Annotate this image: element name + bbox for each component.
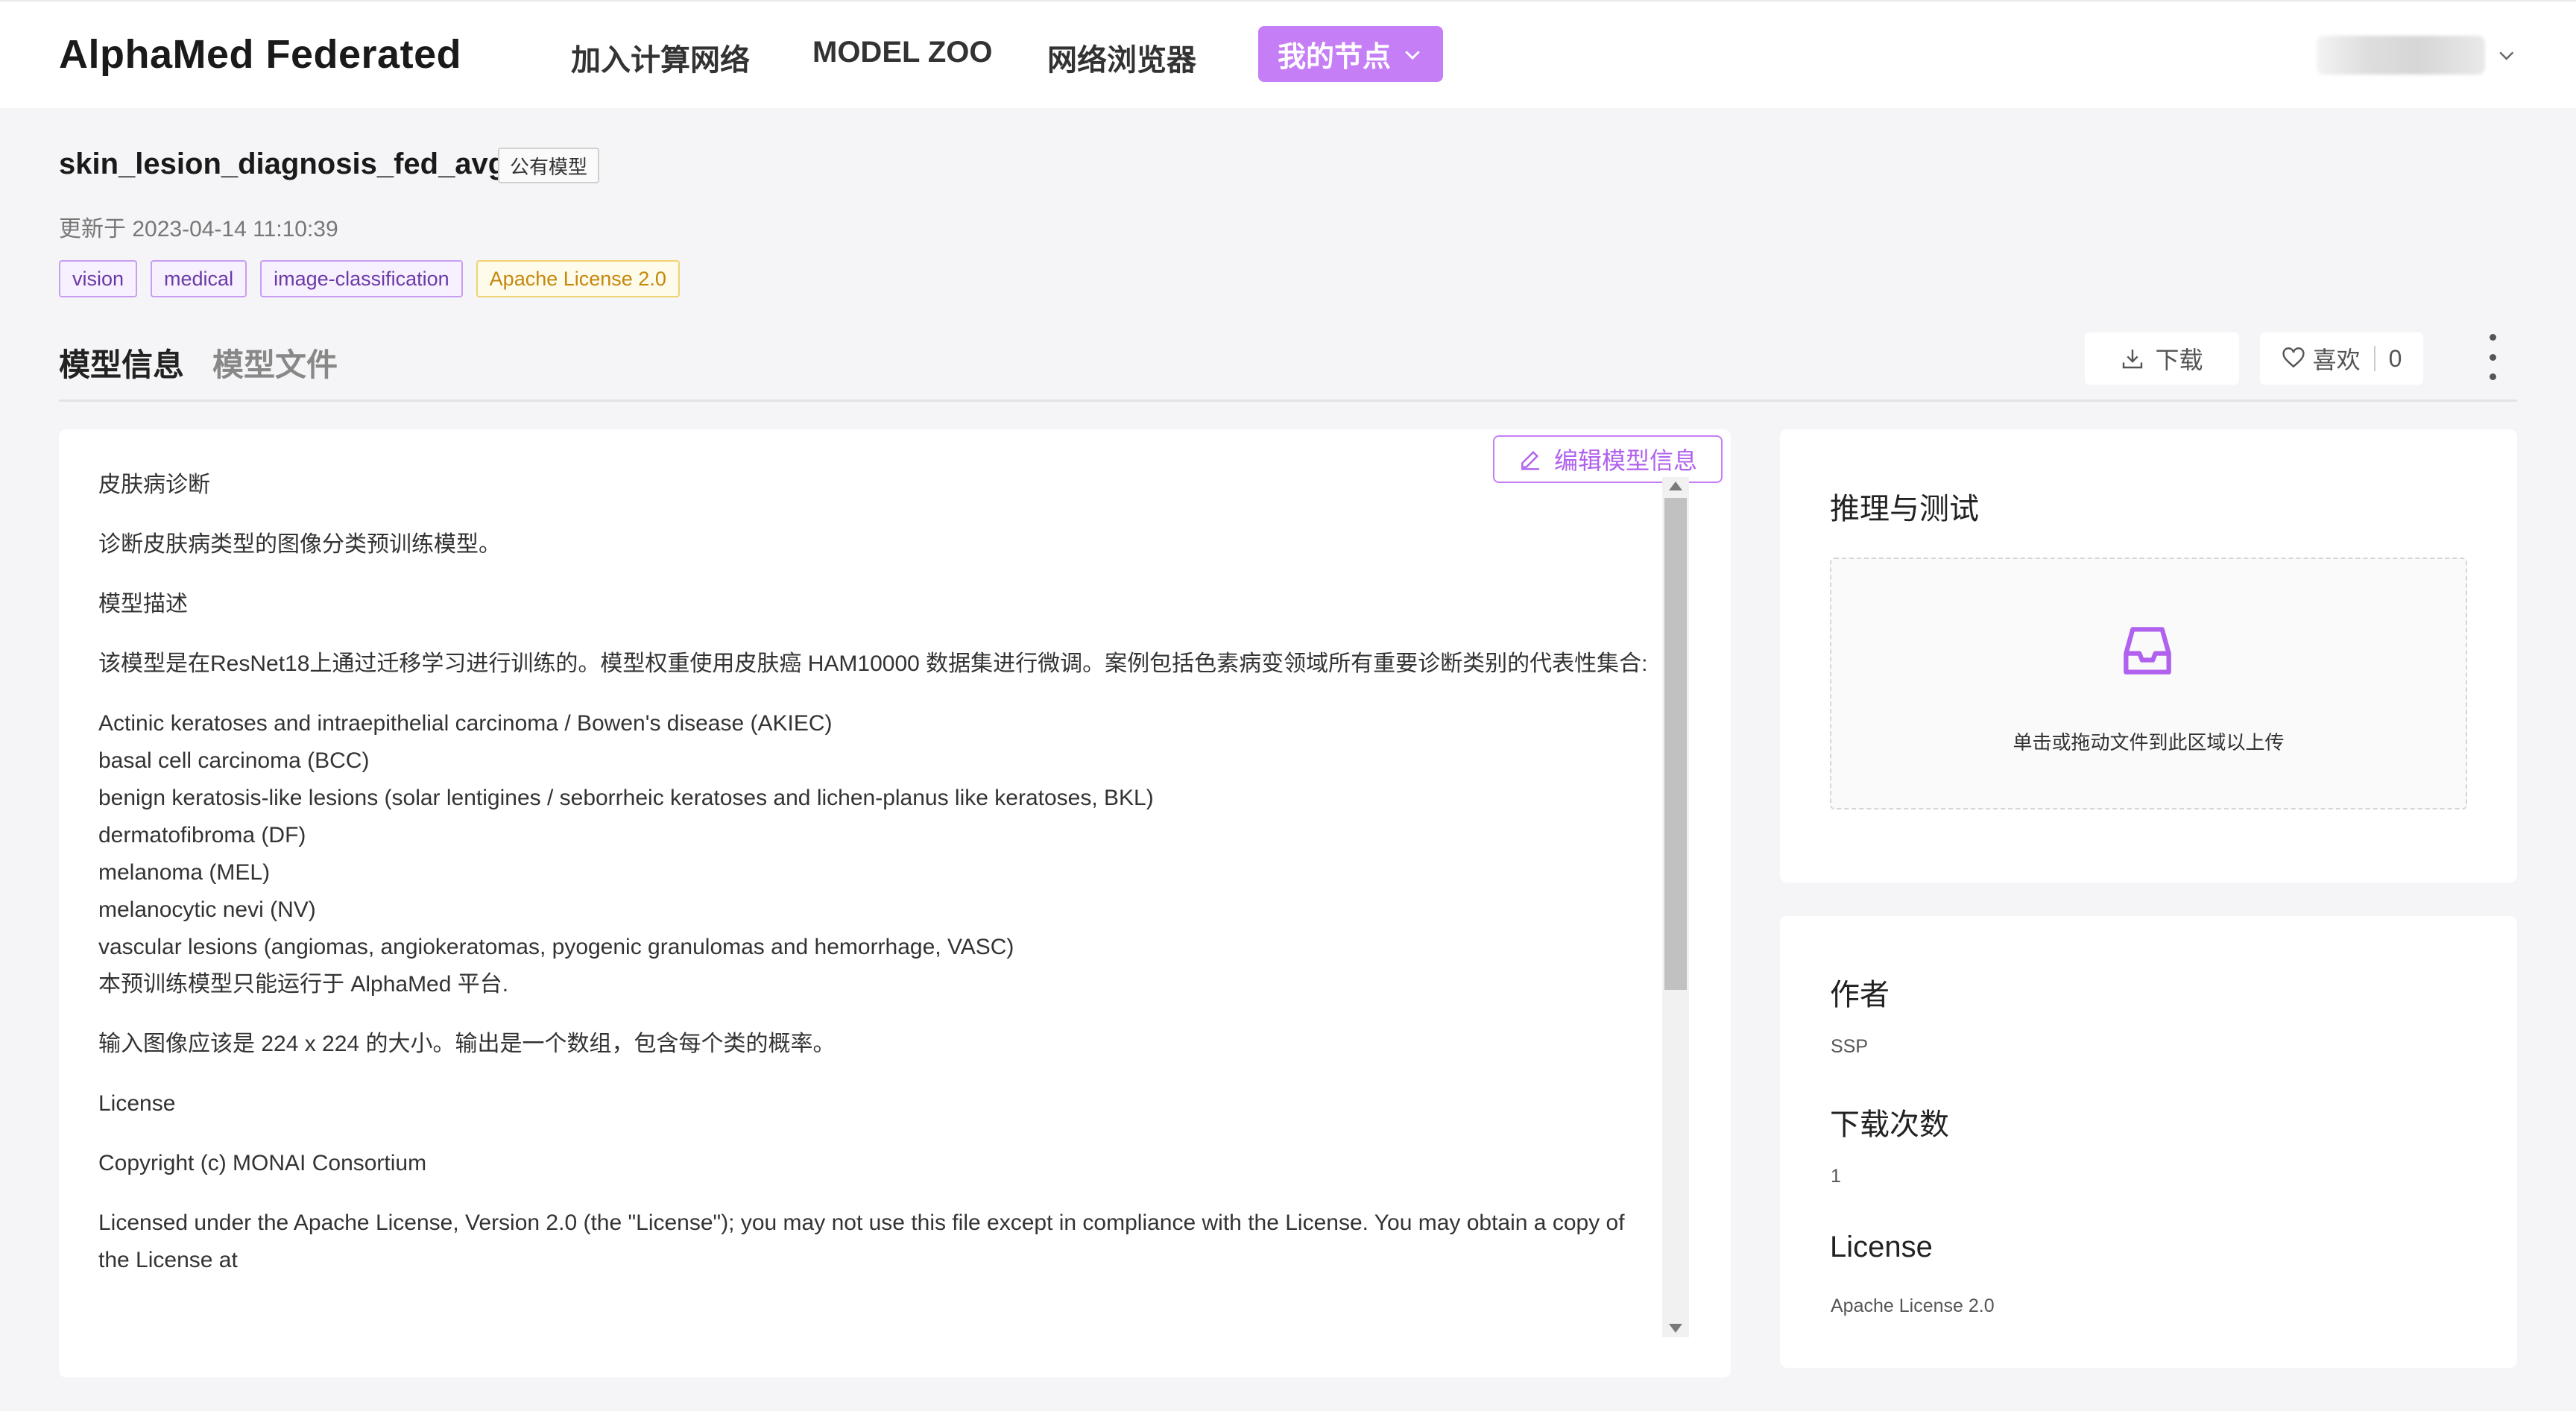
class-item: dermatofibroma (DF): [98, 823, 306, 847]
scrollbar-thumb[interactable]: [1664, 498, 1687, 990]
downloads-value: 1: [1831, 1166, 1841, 1187]
downloads-label: 下载次数: [1830, 1108, 1949, 1141]
model-title: skin_lesion_diagnosis_fed_avg: [59, 148, 507, 180]
inference-title: 推理与测试: [1830, 493, 1979, 525]
tag-license[interactable]: Apache License 2.0: [476, 260, 680, 297]
license-value: Apache License 2.0: [1831, 1295, 1995, 1316]
tab-model-files[interactable]: 模型文件: [212, 340, 338, 385]
tag-image-classification[interactable]: image-classification: [260, 260, 463, 297]
class-list: Actinic keratoses and intraepithelial ca…: [98, 705, 1649, 1003]
nav-model-zoo[interactable]: MODEL ZOO: [812, 36, 992, 69]
upload-hint: 单击或拖动文件到此区域以上传: [2012, 731, 2285, 754]
copyright-line: Copyright (c) MONAI Consortium: [98, 1151, 427, 1175]
readme-desc-heading: 模型描述: [98, 592, 188, 616]
readme-title: 皮肤病诊断: [98, 473, 210, 497]
license-label: License: [1830, 1231, 1933, 1263]
platform-note: 本预训练模型只能运行于 AlphaMed 平台.: [98, 972, 509, 997]
readme-content[interactable]: 皮肤病诊断 诊断皮肤病类型的图像分类预训练模型。 模型描述 该模型是在ResNe…: [98, 467, 1649, 1346]
my-node-dropdown-button[interactable]: 我的节点: [1258, 26, 1443, 82]
like-divider: [2373, 346, 2375, 371]
download-icon: [2123, 350, 2143, 369]
readme-description: 该模型是在ResNet18上通过迁移学习进行训练的。模型权重使用皮肤癌 HAM1…: [98, 651, 1648, 676]
readme-summary: 诊断皮肤病类型的图像分类预训练模型。: [98, 532, 501, 557]
download-label: 下载: [2155, 347, 2203, 373]
tag-medical[interactable]: medical: [151, 260, 247, 297]
updated-timestamp: 更新于 2023-04-14 11:10:39: [59, 217, 338, 242]
tag-vision[interactable]: vision: [59, 260, 138, 297]
scroll-down-arrow-icon[interactable]: [1669, 1324, 1682, 1333]
tab-model-info[interactable]: 模型信息: [59, 340, 184, 385]
like-count: 0: [2388, 344, 2402, 372]
class-item: basal cell carcinoma (BCC): [98, 748, 370, 773]
file-upload-dropzone[interactable]: [1830, 558, 2467, 809]
visibility-badge: 公有模型: [498, 148, 600, 183]
scroll-up-arrow-icon[interactable]: [1669, 482, 1682, 490]
class-item: melanoma (MEL): [98, 860, 271, 885]
inbox-icon: [2124, 627, 2171, 675]
chevron-down-icon: [1405, 50, 1420, 60]
like-label: 喜欢: [2312, 347, 2361, 373]
download-button[interactable]: 下载: [2085, 332, 2239, 385]
nav-network-browser[interactable]: 网络浏览器: [1047, 36, 1196, 79]
top-navigation-bar: AlphaMed Federated 加入计算网络 MODEL ZOO 网络浏览…: [0, 0, 2576, 108]
my-node-label: 我的节点: [1277, 42, 1391, 73]
brand-logo-text[interactable]: AlphaMed Federated: [59, 31, 461, 78]
class-item: vascular lesions (angiomas, angiokeratom…: [98, 935, 1014, 959]
io-note: 输入图像应该是 224 x 224 的大小。输出是一个数组，包含每个类的概率。: [98, 1032, 836, 1056]
class-item: benign keratosis-like lesions (solar len…: [98, 786, 1154, 810]
license-text: Licensed under the Apache License, Versi…: [98, 1210, 1625, 1272]
like-button[interactable]: 喜欢 0: [2260, 332, 2423, 385]
chevron-down-icon: [2499, 51, 2514, 60]
class-item: melanocytic nevi (NV): [98, 897, 316, 922]
license-heading: License: [98, 1091, 176, 1116]
tag-list: vision medical image-classification Apac…: [59, 260, 680, 297]
heart-icon: [2282, 347, 2305, 368]
nav-join-network[interactable]: 加入计算网络: [571, 36, 750, 79]
author-value: SSP: [1831, 1036, 1869, 1057]
tab-divider: [59, 400, 2517, 402]
user-menu[interactable]: [2317, 34, 2518, 76]
author-label: 作者: [1830, 979, 1890, 1011]
readme-scrollbar[interactable]: [1662, 477, 1689, 1337]
blurred-username: [2317, 36, 2486, 75]
class-item: Actinic keratoses and intraepithelial ca…: [98, 711, 833, 736]
more-options-icon[interactable]: [2482, 334, 2503, 380]
